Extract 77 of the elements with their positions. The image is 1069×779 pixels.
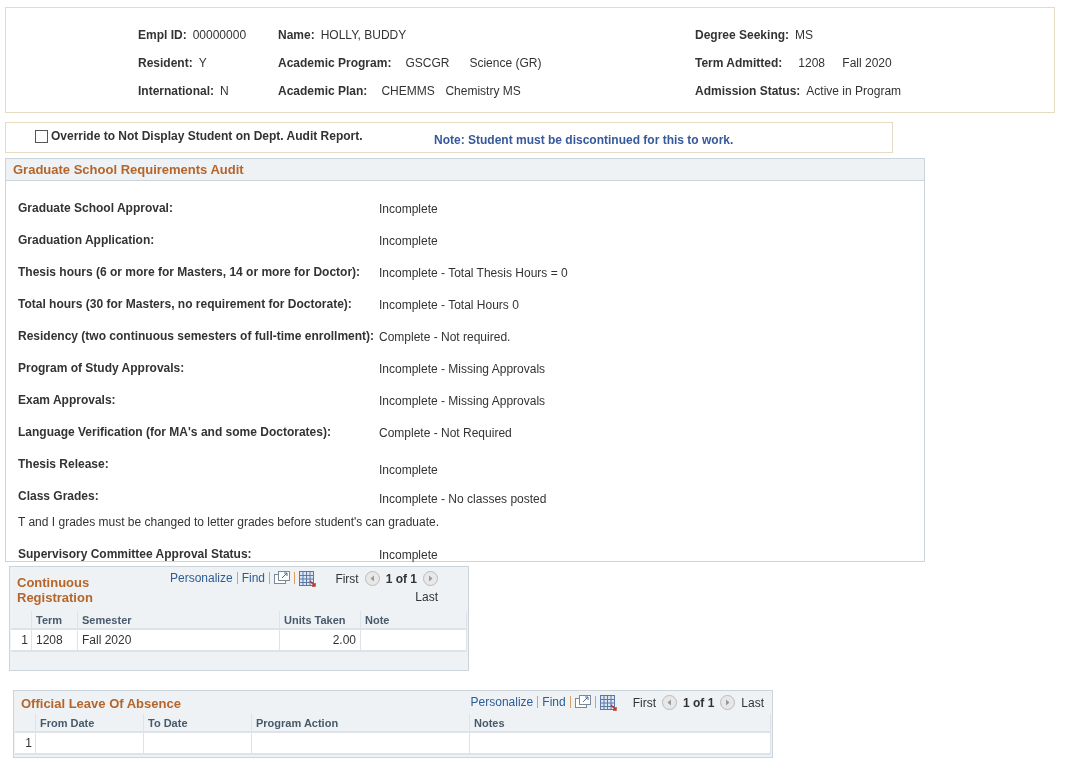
requirement-label: Thesis Release:: [18, 457, 110, 471]
field-value: MS: [795, 28, 814, 42]
field-label: Empl ID:: [138, 28, 187, 42]
previous-button-icon[interactable]: [661, 695, 677, 710]
requirement-label: Graduate School Approval:: [18, 201, 174, 215]
requirement-label: Total hours (30 for Masters, no requirement for Doctorate):: [18, 297, 353, 311]
requirement-status: Incomplete - Total Hours 0: [379, 297, 519, 312]
requirement-label: Program of Study Approvals:: [18, 361, 186, 375]
field-value: Y: [198, 56, 207, 70]
column-header: Program Action: [251, 714, 470, 732]
requirement-status: Incomplete: [379, 547, 438, 562]
note-text: Note: Student must be discontinued for this to work.: [434, 133, 734, 147]
requirement-label: Graduation Application:: [18, 233, 156, 247]
next-button-icon[interactable]: [720, 695, 736, 710]
grid-title: Official Leave Of Absence: [21, 695, 181, 711]
field-value: Science (GR): [469, 56, 542, 70]
note-text: T and I grades must be changed to letter grades before student's can graduate.: [18, 515, 439, 529]
field-label: Degree Seeking:: [695, 28, 790, 42]
requirement-status: Incomplete: [379, 233, 438, 248]
column-header: From Date: [35, 714, 144, 732]
find-link[interactable]: Find: [542, 695, 566, 709]
requirement-label: Thesis hours (6 or more for Masters, 14 or more for Doctor):: [18, 265, 362, 279]
row-count: 1 of 1: [682, 695, 715, 710]
requirement-status: Complete - Not required.: [379, 329, 511, 344]
requirement-status: Incomplete - No classes posted: [379, 491, 547, 506]
field-value: 1208: [798, 56, 827, 70]
column-header: Term: [31, 611, 78, 629]
personalize-link[interactable]: Personalize: [170, 571, 233, 585]
spreadsheet-icon[interactable]: [599, 695, 617, 711]
field-value: Chemistry MS: [445, 84, 521, 98]
field-label: Term Admitted:: [695, 56, 783, 70]
field-label: Name:: [278, 28, 315, 42]
requirement-status: Incomplete: [379, 462, 438, 477]
field-value: N: [220, 84, 229, 98]
column-header: Note: [360, 611, 467, 629]
requirement-label: Supervisory Committee Approval Status:: [18, 547, 253, 561]
field-label: International:: [138, 84, 214, 98]
field-label: Admission Status:: [695, 84, 801, 98]
requirement-status: Incomplete - Missing Approvals: [379, 393, 546, 408]
column-header: Notes: [469, 714, 771, 732]
table-cell: Fall 2020: [77, 629, 280, 651]
section-title: Graduate School Requirements Audit: [13, 162, 244, 177]
field-value: Active in Program: [806, 84, 902, 98]
row-number: 1: [11, 629, 32, 651]
column-header: Units Taken: [279, 611, 361, 629]
requirement-status: Incomplete: [379, 201, 438, 216]
find-link[interactable]: Find: [241, 571, 266, 585]
personalize-link[interactable]: Personalize: [470, 695, 534, 709]
field-value: Fall 2020: [842, 56, 892, 70]
field-value: HOLLY, BUDDY: [320, 28, 407, 42]
requirement-label: Class Grades:: [18, 489, 100, 503]
requirement-status: Incomplete - Missing Approvals: [379, 361, 546, 376]
requirement-label: Exam Approvals:: [18, 393, 117, 407]
table-cell: 1208: [31, 629, 78, 651]
field-label: Resident:: [138, 56, 193, 70]
field-value: GSCGR: [405, 56, 451, 70]
field-value: 00000000: [192, 28, 247, 42]
new-window-icon[interactable]: [574, 695, 591, 709]
requirement-status: Incomplete - Total Thesis Hours = 0: [379, 265, 568, 280]
grid-title: Continuous Registration: [17, 575, 94, 607]
field-label: Academic Plan:: [278, 84, 368, 98]
checkbox-label: Override to Not Display Student on Dept. Audit Report.: [51, 129, 363, 143]
next-button-icon[interactable]: [423, 571, 439, 586]
column-header: Semester: [77, 611, 280, 629]
new-window-icon[interactable]: [274, 571, 291, 585]
requirement-label: Language Verification (for MA's and some Doctorates):: [18, 425, 332, 439]
table-cell: 2.00: [279, 629, 361, 651]
field-label: Academic Program:: [278, 56, 392, 70]
spreadsheet-icon[interactable]: [299, 571, 317, 587]
override-checkbox[interactable]: [35, 129, 48, 143]
row-count: 1 of 1: [385, 571, 418, 586]
row-number: 1: [15, 732, 36, 754]
requirement-label: Residency (two continuous semesters of full-time enrollment):: [18, 329, 376, 343]
field-value: CHEMMS: [381, 84, 436, 98]
requirement-status: Complete - Not Required: [379, 425, 512, 440]
previous-button-icon[interactable]: [364, 571, 380, 586]
column-header: To Date: [143, 714, 252, 732]
